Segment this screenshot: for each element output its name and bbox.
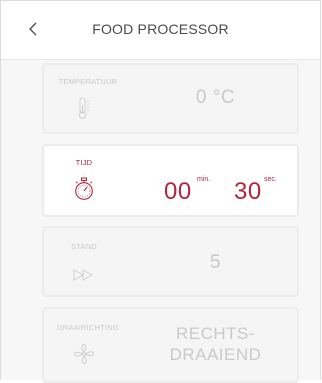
speed-value: 5 <box>209 252 222 273</box>
minutes-value[interactable]: 00 <box>164 178 192 206</box>
direction-value-line1: RECHTS- <box>175 324 256 343</box>
minutes-unit: min. <box>197 176 211 183</box>
direction-value: RECHTS- DRAAIEND <box>134 323 297 365</box>
thermometer-icon <box>70 95 98 121</box>
time-label: TIJD <box>75 158 93 167</box>
page-title: FOOD PROCESSOR <box>92 21 229 37</box>
speed-card[interactable]: STAND 5 <box>42 226 299 297</box>
temperature-label: TEMPERATUUR <box>58 77 118 86</box>
temperature-card[interactable]: TEMPERATUUR 0 °C <box>42 63 299 134</box>
time-display[interactable]: 00 min. 30 sec. <box>164 170 294 210</box>
time-card[interactable]: TIJD 00 min. 30 sec. <box>42 144 299 217</box>
fast-forward-icon <box>70 262 98 288</box>
header-bar: FOOD PROCESSOR <box>1 1 320 60</box>
temperature-value: 0 °C <box>195 87 236 108</box>
direction-label: DRAAIRICHTING <box>57 323 119 332</box>
app-frame: FOOD PROCESSOR TEMPERATUUR 0 °C TIJD 00 … <box>0 0 321 383</box>
speed-label: STAND <box>71 242 97 251</box>
direction-value-line2: DRAAIEND <box>169 345 262 364</box>
seconds-value[interactable]: 30 <box>234 178 262 206</box>
stopwatch-icon <box>70 176 98 202</box>
direction-card[interactable]: DRAAIRICHTING RECHTS- DRAAIEND <box>42 307 299 383</box>
seconds-unit: sec. <box>264 176 277 183</box>
fan-icon <box>70 341 98 367</box>
